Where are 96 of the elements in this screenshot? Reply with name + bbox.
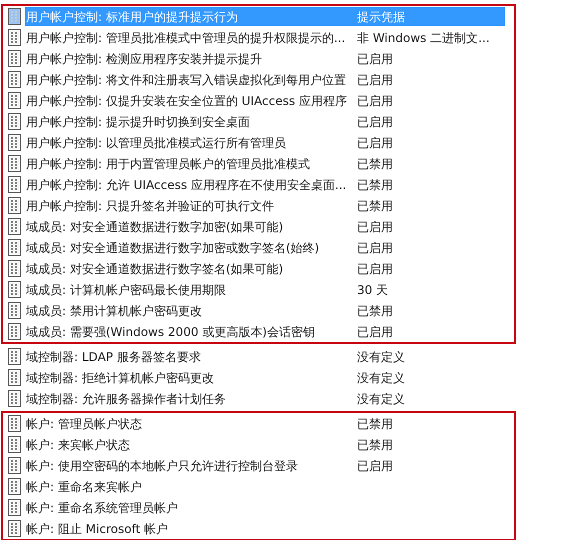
policy-name: 域成员: 需要强(Windows 2000 或更高版本)会话密钥 — [25, 324, 316, 340]
policy-row[interactable]: 用户帐户控制: 检测应用程序安装并提示提升 已启用 — [25, 49, 505, 68]
policy-icon — [7, 436, 22, 453]
policy-icon — [7, 113, 22, 130]
policy-icon — [7, 176, 22, 193]
policy-row[interactable]: 域成员: 对安全通道数据进行数字加密或数字签名(始终) 已启用 — [25, 238, 505, 257]
security-setting: 已禁用 — [357, 436, 393, 454]
policy-row[interactable]: 用户帐户控制: 提示提升时切换到安全桌面 已启用 — [25, 112, 505, 131]
policy-row[interactable]: 帐户: 使用空密码的本地帐户只允许进行控制台登录 已启用 — [25, 456, 505, 475]
policy-icon — [7, 369, 22, 386]
policy-name: 用户帐户控制: 将文件和注册表写入错误虚拟化到每用户位置 — [25, 72, 347, 88]
policy-name: 帐户: 阻止 Microsoft 帐户 — [25, 520, 170, 538]
policy-row[interactable]: 域成员: 需要强(Windows 2000 或更高版本)会话密钥 已启用 — [25, 322, 505, 341]
policy-row[interactable]: 用户帐户控制: 只提升签名并验证的可执行文件 已禁用 — [25, 196, 505, 215]
security-setting: 已启用 — [357, 92, 393, 110]
policy-row[interactable]: 用户帐户控制: 以管理员批准模式运行所有管理员 已启用 — [25, 133, 505, 152]
policy-icon — [7, 134, 22, 151]
security-setting: 已禁用 — [357, 176, 393, 194]
security-setting: 已禁用 — [357, 198, 393, 214]
policy-name: 用户帐户控制: 仅提升安装在安全位置的 UIAccess 应用程序 — [25, 92, 348, 110]
security-setting: 已启用 — [357, 260, 393, 278]
policy-icon — [7, 50, 22, 67]
security-setting: 已启用 — [357, 72, 393, 88]
policy-name: 用户帐户控制: 提示提升时切换到安全桌面 — [25, 114, 251, 130]
policy-icon — [7, 415, 22, 432]
policy-row[interactable]: 帐户: 重命名系统管理员帐户 — [25, 498, 505, 517]
policy-row[interactable]: 域控制器: LDAP 服务器签名要求 没有定义 — [25, 347, 505, 366]
security-setting: 没有定义 — [357, 370, 405, 386]
policy-name: 域成员: 计算机帐户密码最长使用期限 — [25, 282, 227, 298]
policy-name: 域控制器: 拒绝计算机帐户密码更改 — [25, 370, 215, 386]
security-setting: 30 天 — [357, 282, 388, 298]
policy-row[interactable]: 帐户: 来宾帐户状态 已禁用 — [25, 435, 505, 454]
policy-name: 域控制器: LDAP 服务器签名要求 — [25, 348, 202, 366]
security-setting: 已启用 — [357, 240, 393, 256]
security-setting: 没有定义 — [357, 390, 405, 408]
policy-row[interactable]: 域控制器: 拒绝计算机帐户密码更改 没有定义 — [25, 368, 505, 387]
policy-name: 用户帐户控制: 检测应用程序安装并提示提升 — [25, 50, 263, 68]
policy-icon — [7, 155, 22, 172]
policy-icon — [7, 520, 22, 537]
policy-icon — [7, 92, 22, 109]
policy-name: 帐户: 使用空密码的本地帐户只允许进行控制台登录 — [25, 458, 299, 474]
policy-name: 帐户: 管理员帐户状态 — [25, 416, 143, 432]
policy-row[interactable]: 域成员: 对安全通道数据进行数字签名(如果可能) 已启用 — [25, 259, 505, 278]
policy-row[interactable]: 帐户: 管理员帐户状态 已禁用 — [25, 414, 505, 433]
security-setting: 提示凭据 — [357, 8, 405, 26]
policy-name: 用户帐户控制: 管理员批准模式中管理员的提升权限提示的... — [25, 30, 346, 46]
security-setting: 已启用 — [357, 50, 393, 68]
policy-icon — [7, 323, 22, 340]
policy-row[interactable]: 域成员: 计算机帐户密码最长使用期限 30 天 — [25, 280, 505, 299]
policy-icon — [7, 478, 22, 495]
policy-icon — [7, 218, 22, 235]
policy-name: 用户帐户控制: 用于内置管理员帐户的管理员批准模式 — [25, 156, 311, 172]
policy-row[interactable]: 帐户: 重命名来宾帐户 — [25, 477, 505, 496]
policy-icon — [7, 390, 22, 407]
security-setting: 没有定义 — [357, 348, 405, 366]
policy-row[interactable]: 用户帐户控制: 允许 UIAccess 应用程序在不使用安全桌面... 已禁用 — [25, 175, 505, 194]
policy-name: 域成员: 对安全通道数据进行数字加密(如果可能) — [25, 218, 284, 236]
security-setting: 已禁用 — [357, 156, 393, 172]
policy-name: 域成员: 对安全通道数据进行数字加密或数字签名(始终) — [25, 240, 320, 256]
security-setting: 已启用 — [357, 134, 393, 152]
policy-row[interactable]: 域成员: 禁用计算机帐户密码更改 已禁用 — [25, 301, 505, 320]
policy-icon — [7, 348, 22, 365]
policy-row[interactable]: 域控制器: 允许服务器操作者计划任务 没有定义 — [25, 389, 505, 408]
security-setting: 已启用 — [357, 324, 393, 340]
policy-icon — [7, 281, 22, 298]
policy-name: 用户帐户控制: 只提升签名并验证的可执行文件 — [25, 198, 275, 214]
policy-icon — [7, 8, 22, 25]
security-setting: 已启用 — [357, 458, 393, 474]
policy-icon — [7, 260, 22, 277]
policy-name: 帐户: 来宾帐户状态 — [25, 436, 131, 454]
policy-row[interactable]: 用户帐户控制: 用于内置管理员帐户的管理员批准模式 已禁用 — [25, 154, 505, 173]
policy-name: 帐户: 重命名系统管理员帐户 — [25, 500, 179, 516]
policy-icon — [7, 197, 22, 214]
policy-icon — [7, 302, 22, 319]
security-setting: 已禁用 — [357, 416, 393, 432]
policy-row[interactable]: 帐户: 阻止 Microsoft 帐户 — [25, 519, 505, 538]
policy-icon — [7, 29, 22, 46]
policy-icon — [7, 239, 22, 256]
policy-row[interactable]: 用户帐户控制: 将文件和注册表写入错误虚拟化到每用户位置 已启用 — [25, 70, 505, 89]
policy-icon — [7, 71, 22, 88]
security-setting: 已启用 — [357, 218, 393, 236]
policy-name: 用户帐户控制: 标准用户的提升提示行为 — [25, 8, 239, 26]
policy-icon — [7, 457, 22, 474]
policy-name: 用户帐户控制: 以管理员批准模式运行所有管理员 — [25, 134, 287, 152]
security-setting: 已禁用 — [357, 302, 393, 320]
policy-name: 域控制器: 允许服务器操作者计划任务 — [25, 390, 227, 408]
policy-row[interactable]: 用户帐户控制: 管理员批准模式中管理员的提升权限提示的... 非 Windows 二进制文... — [25, 28, 505, 47]
policy-name: 域成员: 禁用计算机帐户密码更改 — [25, 302, 203, 320]
policy-name: 域成员: 对安全通道数据进行数字签名(如果可能) — [25, 260, 284, 278]
policy-name: 用户帐户控制: 允许 UIAccess 应用程序在不使用安全桌面... — [25, 176, 348, 194]
security-setting: 已启用 — [357, 114, 393, 130]
policy-row[interactable]: 域成员: 对安全通道数据进行数字加密(如果可能) 已启用 — [25, 217, 505, 236]
policy-name: 帐户: 重命名来宾帐户 — [25, 478, 143, 496]
policy-icon — [7, 499, 22, 516]
policy-row[interactable]: 用户帐户控制: 仅提升安装在安全位置的 UIAccess 应用程序 已启用 — [25, 91, 505, 110]
security-setting: 非 Windows 二进制文... — [357, 30, 490, 46]
